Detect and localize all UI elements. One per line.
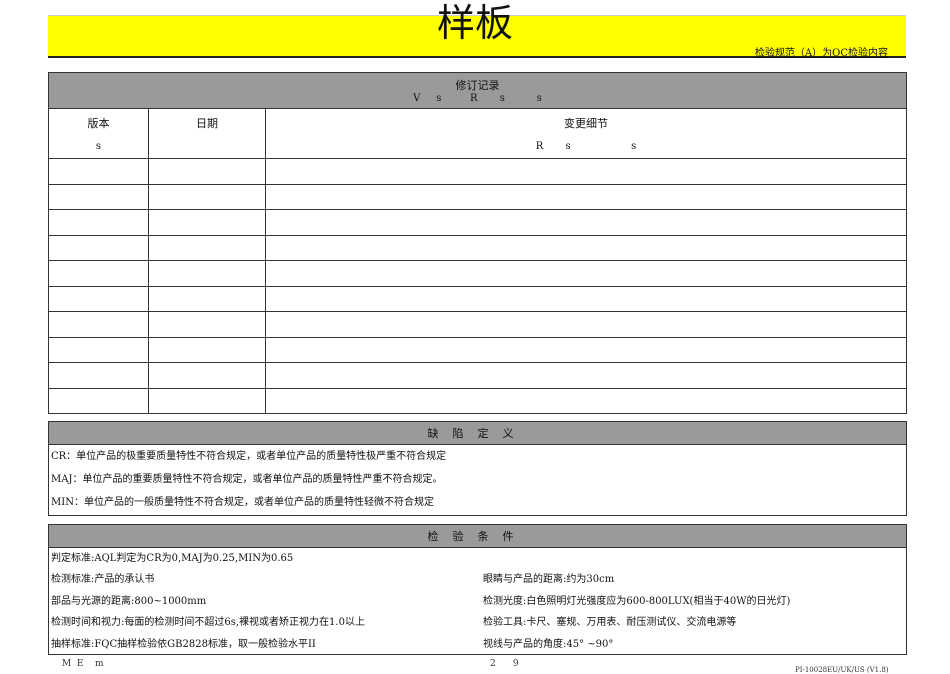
- revision-cell[interactable]: [48, 285, 149, 312]
- revision-cell[interactable]: [148, 158, 266, 185]
- condition-left: 部品与光源的距离:800~1000mm: [51, 595, 207, 607]
- page-title: 样板: [436, 1, 513, 45]
- revision-cell[interactable]: [148, 311, 266, 338]
- defect-maj: MAJ：单位产品的重要质量特性不符合规定，或者单位产品的质量特性严重不符合规定。: [51, 474, 443, 485]
- col-version-en: s: [95, 141, 102, 152]
- revision-cell[interactable]: [265, 260, 907, 287]
- revision-cell[interactable]: [265, 183, 907, 210]
- revision-row: [48, 183, 907, 210]
- revision-cell[interactable]: [148, 387, 266, 414]
- revision-cell[interactable]: [148, 234, 266, 261]
- defect-definition-box: 缺陷定义 CR：单位产品的极重要质量特性不符合规定，或者单位产品的质量特性极严重…: [48, 421, 907, 516]
- conditions-header: 检验条件: [49, 525, 906, 548]
- col-detail-en: R s s: [535, 141, 637, 152]
- revision-cell[interactable]: [148, 183, 266, 210]
- revision-row: [48, 260, 907, 287]
- col-version-label: 版本: [87, 117, 110, 130]
- revision-header: 修订记录 V s R s s: [48, 72, 907, 109]
- condition-row: 检测时间和视力:每面的检测时间不超过6s,裸视或者矫正视力在1.0以上 检验工具:…: [49, 612, 906, 634]
- condition-right: 检测光度:白色照明灯光强度应为600-800LUX(相当于40W的日光灯): [483, 595, 791, 607]
- col-detail: 变更细节 R s s: [265, 108, 907, 159]
- revision-title: 修订记录: [455, 79, 500, 92]
- revision-cell[interactable]: [48, 209, 149, 236]
- revision-row: [48, 336, 907, 363]
- revision-cell[interactable]: [265, 158, 907, 185]
- revision-title-en: V s R s s: [413, 93, 542, 104]
- condition-right: 检验工具:卡尺、塞规、万用表、耐压测试仪、交流电源等: [483, 617, 737, 628]
- revision-cell[interactable]: [148, 260, 266, 287]
- col-date: 日期: [148, 108, 266, 159]
- revision-cell[interactable]: [48, 260, 149, 287]
- revision-cell[interactable]: [48, 234, 149, 261]
- revision-row: [48, 362, 907, 389]
- footer-left: M E m: [62, 659, 104, 669]
- condition-row: 检测标准:产品的承认书 眼睛与产品的距离:约为30cm: [49, 569, 906, 591]
- revision-cell[interactable]: [148, 336, 266, 363]
- revision-cell[interactable]: [148, 362, 266, 389]
- defect-header: 缺陷定义: [49, 422, 906, 445]
- condition-left: 检测标准:产品的承认书: [51, 574, 155, 585]
- revision-cell[interactable]: [265, 362, 907, 389]
- revision-cell[interactable]: [148, 209, 266, 236]
- revision-cell[interactable]: [48, 311, 149, 338]
- revision-row: [48, 311, 907, 338]
- revision-cell[interactable]: [265, 336, 907, 363]
- revision-cell[interactable]: [265, 387, 907, 414]
- condition-right: 眼睛与产品的距离:约为30cm: [483, 574, 615, 585]
- revision-cell[interactable]: [265, 234, 907, 261]
- revision-cell[interactable]: [265, 311, 907, 338]
- defect-cr: CR：单位产品的极重要质量特性不符合规定，或者单位产品的质量特性极严重不符合规定: [51, 451, 447, 462]
- condition-judgement: 判定标准:AQL判定为CR为0,MAJ为0.25,MIN为0.65: [51, 553, 294, 564]
- revision-cell[interactable]: [48, 336, 149, 363]
- col-version: 版本 s: [48, 108, 149, 159]
- revision-cell[interactable]: [265, 285, 907, 312]
- inspection-conditions-box: 检验条件 判定标准:AQL判定为CR为0,MAJ为0.25,MIN为0.65 检…: [48, 524, 907, 655]
- col-detail-label: 变更细节: [564, 117, 608, 130]
- footer-doc-number: PI-10028EU/UK/US (V1.8): [795, 666, 889, 674]
- revision-row: [48, 234, 907, 261]
- condition-row: 抽样标准:FQC抽样检验依GB2828标准，取一般检验水平II 视线与产品的角度:…: [49, 634, 906, 656]
- revision-row: [48, 209, 907, 236]
- condition-left: 检测时间和视力:每面的检测时间不超过6s,裸视或者矫正视力在1.0以上: [51, 617, 365, 628]
- defect-min: MIN：单位产品的一般质量特性不符合规定，或者单位产品的质量特性轻微不符合规定: [51, 497, 434, 508]
- revision-cell[interactable]: [148, 285, 266, 312]
- revision-row: [48, 387, 907, 414]
- revision-table: 修订记录 V s R s s 版本 s 日期 变更细节 R s s: [48, 72, 907, 414]
- revision-row: [48, 285, 907, 312]
- revision-cell[interactable]: [265, 209, 907, 236]
- revision-cell[interactable]: [48, 183, 149, 210]
- condition-row: 部品与光源的距离:800~1000mm 检测光度:白色照明灯光强度应为600-80…: [49, 591, 906, 613]
- revision-cell[interactable]: [48, 387, 149, 414]
- revision-cell[interactable]: [48, 158, 149, 185]
- footer-mid: 2 9: [490, 659, 519, 669]
- revision-row: [48, 158, 907, 185]
- condition-right: 视线与产品的角度:45° ~90°: [483, 638, 614, 650]
- condition-left: 抽样标准:FQC抽样检验依GB2828标准，取一般检验水平II: [51, 638, 316, 650]
- subtitle: 检验规范（A）为QC检验内容: [754, 48, 888, 59]
- revision-cell[interactable]: [48, 362, 149, 389]
